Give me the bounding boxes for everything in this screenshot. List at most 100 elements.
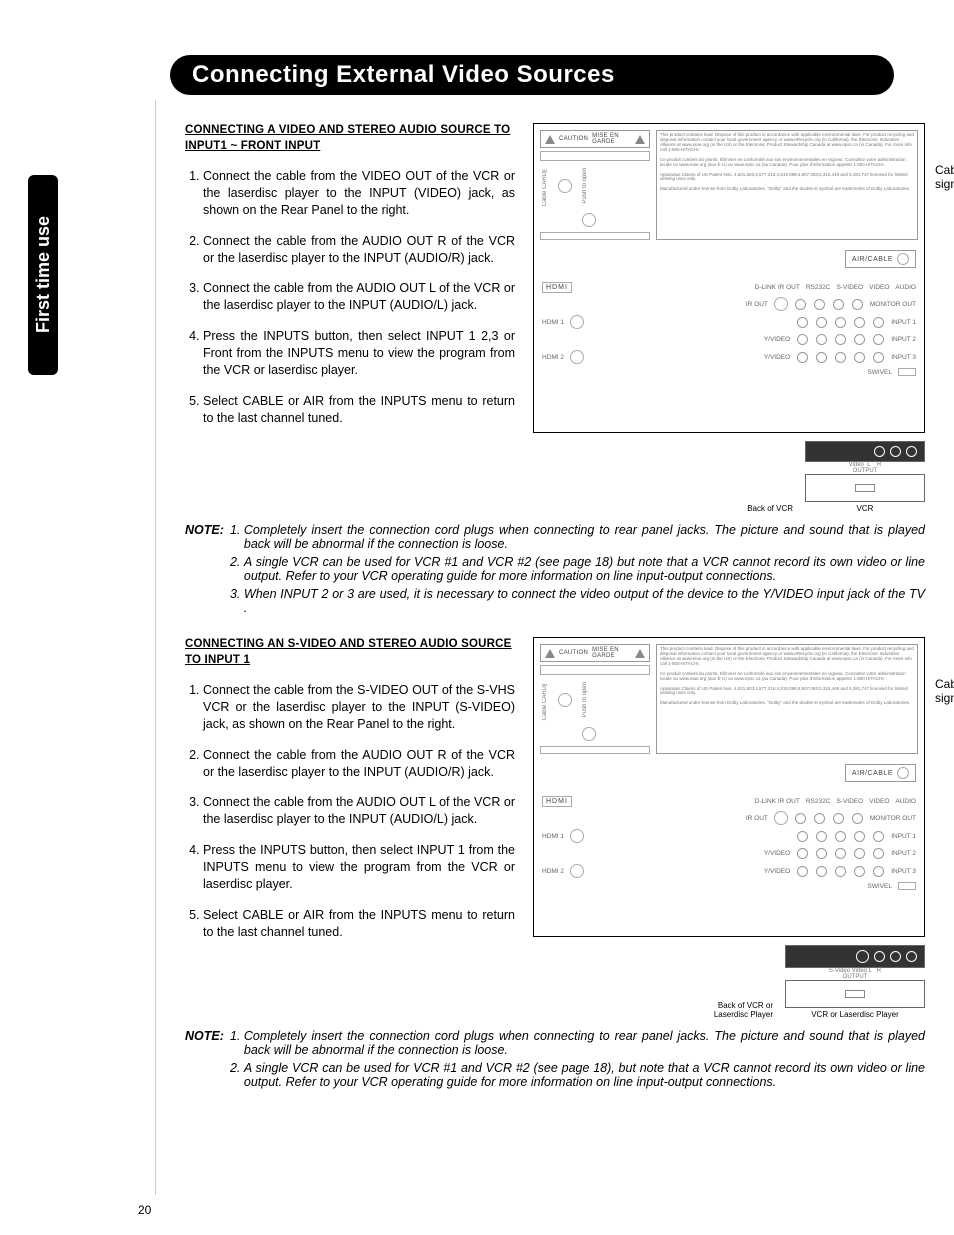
ir-out-label: IR OUT (746, 301, 768, 308)
rca-icon (814, 299, 825, 310)
hdmi2-label: HDMI 2 (542, 354, 564, 361)
rca-icon (873, 352, 884, 363)
cable-card-label: Cable CARD™ (542, 680, 548, 720)
rca-icon (835, 317, 846, 328)
input3-label: INPUT 3 (891, 868, 916, 875)
rca-icon (835, 866, 846, 877)
cable-card-label: Cable CARD™ (542, 166, 548, 206)
note-item: Completely insert the connection cord pl… (244, 1029, 925, 1057)
push-open-label: Push to open (582, 682, 588, 717)
rca-icon (873, 317, 884, 328)
note-item: Completely insert the connection cord pl… (244, 523, 925, 551)
back-of-vcr-label: Back of VCR or Laserdisc Player (699, 1001, 779, 1019)
note-2: NOTE: Completely insert the connection c… (185, 1029, 925, 1093)
caution-text: CAUTION (559, 650, 588, 656)
section-1-diagram-col: Cable or Air signal CAUTION MISE EN GARD… (533, 123, 925, 513)
vcr-front (785, 980, 925, 1008)
rca-icon (816, 334, 827, 345)
section-2: CONNECTING AN S-VIDEO AND STEREO AUDIO S… (185, 637, 925, 1019)
section-tab: First time use (28, 175, 58, 375)
coax-icon (897, 767, 909, 779)
coax-icon (897, 253, 909, 265)
rca-icon (835, 848, 846, 859)
note-1: NOTE: Completely insert the connection c… (185, 523, 925, 619)
step: Connect the cable from the AUDIO OUT L o… (203, 280, 515, 314)
content-column: CONNECTING A VIDEO AND STEREO AUDIO SOUR… (185, 123, 925, 1093)
mise-en-garde-text: MISE EN GARDE (592, 647, 631, 659)
section-1-steps: Connect the cable from the VIDEO OUT of … (185, 168, 515, 427)
svideo-label: S-VIDEO (836, 284, 863, 291)
hdmi-logo: HDMI (542, 282, 572, 293)
yvideo-label: Y/VIDEO (764, 336, 790, 343)
input2-label: INPUT 2 (891, 336, 916, 343)
video-label: VIDEO (869, 284, 889, 291)
rca-icon (814, 813, 825, 824)
vertical-rule (155, 100, 156, 1195)
hdmi-logo: HDMI (542, 796, 572, 807)
cable-air-label: Cable or Air signal (935, 163, 954, 191)
vcr-jack-labels: Video L R OUTPUT (805, 462, 925, 474)
rca-icon (852, 299, 863, 310)
rca-icon (795, 299, 806, 310)
jack-grid: HDMI D-LINK IR OUT RS232C S-VIDEO VIDEO … (534, 786, 924, 900)
vcr-back-strip (805, 441, 925, 462)
jack-icon (774, 297, 788, 311)
compliance-text-block: This product contains lead. Dispose of t… (656, 130, 918, 240)
jack-icon (774, 811, 788, 825)
dlink-label: D-LINK IR OUT (755, 284, 800, 291)
vcr-slot-icon (845, 990, 865, 998)
vcr-block-1: Back of VCR Video L R OUTPUT VCR (533, 441, 925, 513)
note-1-list: Completely insert the connection cord pl… (230, 523, 925, 619)
jack-icon (582, 213, 596, 227)
rca-icon (854, 334, 865, 345)
rca-icon (854, 866, 865, 877)
rca-icon (816, 317, 827, 328)
audio-label: AUDIO (895, 798, 916, 805)
rs232c-label: RS232C (806, 798, 831, 805)
vcr-block-2: Back of VCR or Laserdisc Player S-Video … (533, 945, 925, 1019)
rca-icon (797, 317, 808, 328)
section-2-heading: CONNECTING AN S-VIDEO AND STEREO AUDIO S… (185, 637, 515, 668)
input1-label: INPUT 1 (891, 833, 916, 840)
yvideo-label: Y/VIDEO (764, 868, 790, 875)
jack-icon (582, 727, 596, 741)
compliance-text-block: This product contains lead. Dispose of t… (656, 644, 918, 754)
rca-icon (854, 848, 865, 859)
rca-icon (906, 446, 917, 457)
caution-label: CAUTION MISE EN GARDE (540, 130, 650, 148)
step: Press the INPUTS button, then select INP… (203, 842, 515, 893)
svideo-label: S-VIDEO (836, 798, 863, 805)
section-2-diagram-col: Cable or Air signal CAUTION MISE EN GARD… (533, 637, 925, 1019)
page-title: Connecting External Video Sources (192, 61, 872, 89)
video-label: VIDEO (869, 798, 889, 805)
warning-triangle-icon (545, 135, 555, 144)
input1-label: INPUT 1 (891, 319, 916, 326)
jack-icon (558, 179, 572, 193)
rear-panel-diagram-2: CAUTION MISE EN GARDE Cable CARD™ Push t… (533, 637, 925, 937)
rca-icon (874, 951, 885, 962)
air-cable-text: AIR/CABLE (852, 770, 893, 777)
card-slot (540, 665, 650, 675)
mise-en-garde-text: MISE EN GARDE (592, 133, 631, 145)
hdmi-port-icon (570, 829, 584, 843)
rca-icon (816, 866, 827, 877)
push-open-label: Push to open (582, 168, 588, 203)
step: Connect the cable from the AUDIO OUT R o… (203, 747, 515, 781)
swivel-label: SWIVEL (867, 883, 892, 890)
rca-icon (833, 813, 844, 824)
rca-icon (906, 951, 917, 962)
step: Connect the cable from the AUDIO OUT L o… (203, 794, 515, 828)
section-1-text: CONNECTING A VIDEO AND STEREO AUDIO SOUR… (185, 123, 515, 513)
warning-triangle-icon (635, 649, 645, 658)
dlink-label: D-LINK IR OUT (755, 798, 800, 805)
monitor-out-label: MONITOR OUT (870, 815, 916, 822)
hdmi-port-icon (570, 315, 584, 329)
rca-icon (795, 813, 806, 824)
diagram-top-row: CAUTION MISE EN GARDE Cable CARD™ Push t… (534, 638, 924, 760)
rca-icon (874, 446, 885, 457)
hdmi1-label: HDMI 1 (542, 319, 564, 326)
swivel-port (898, 882, 916, 890)
hdmi1-label: HDMI 1 (542, 833, 564, 840)
vcr-caption: VCR (805, 504, 925, 513)
rca-icon (835, 334, 846, 345)
